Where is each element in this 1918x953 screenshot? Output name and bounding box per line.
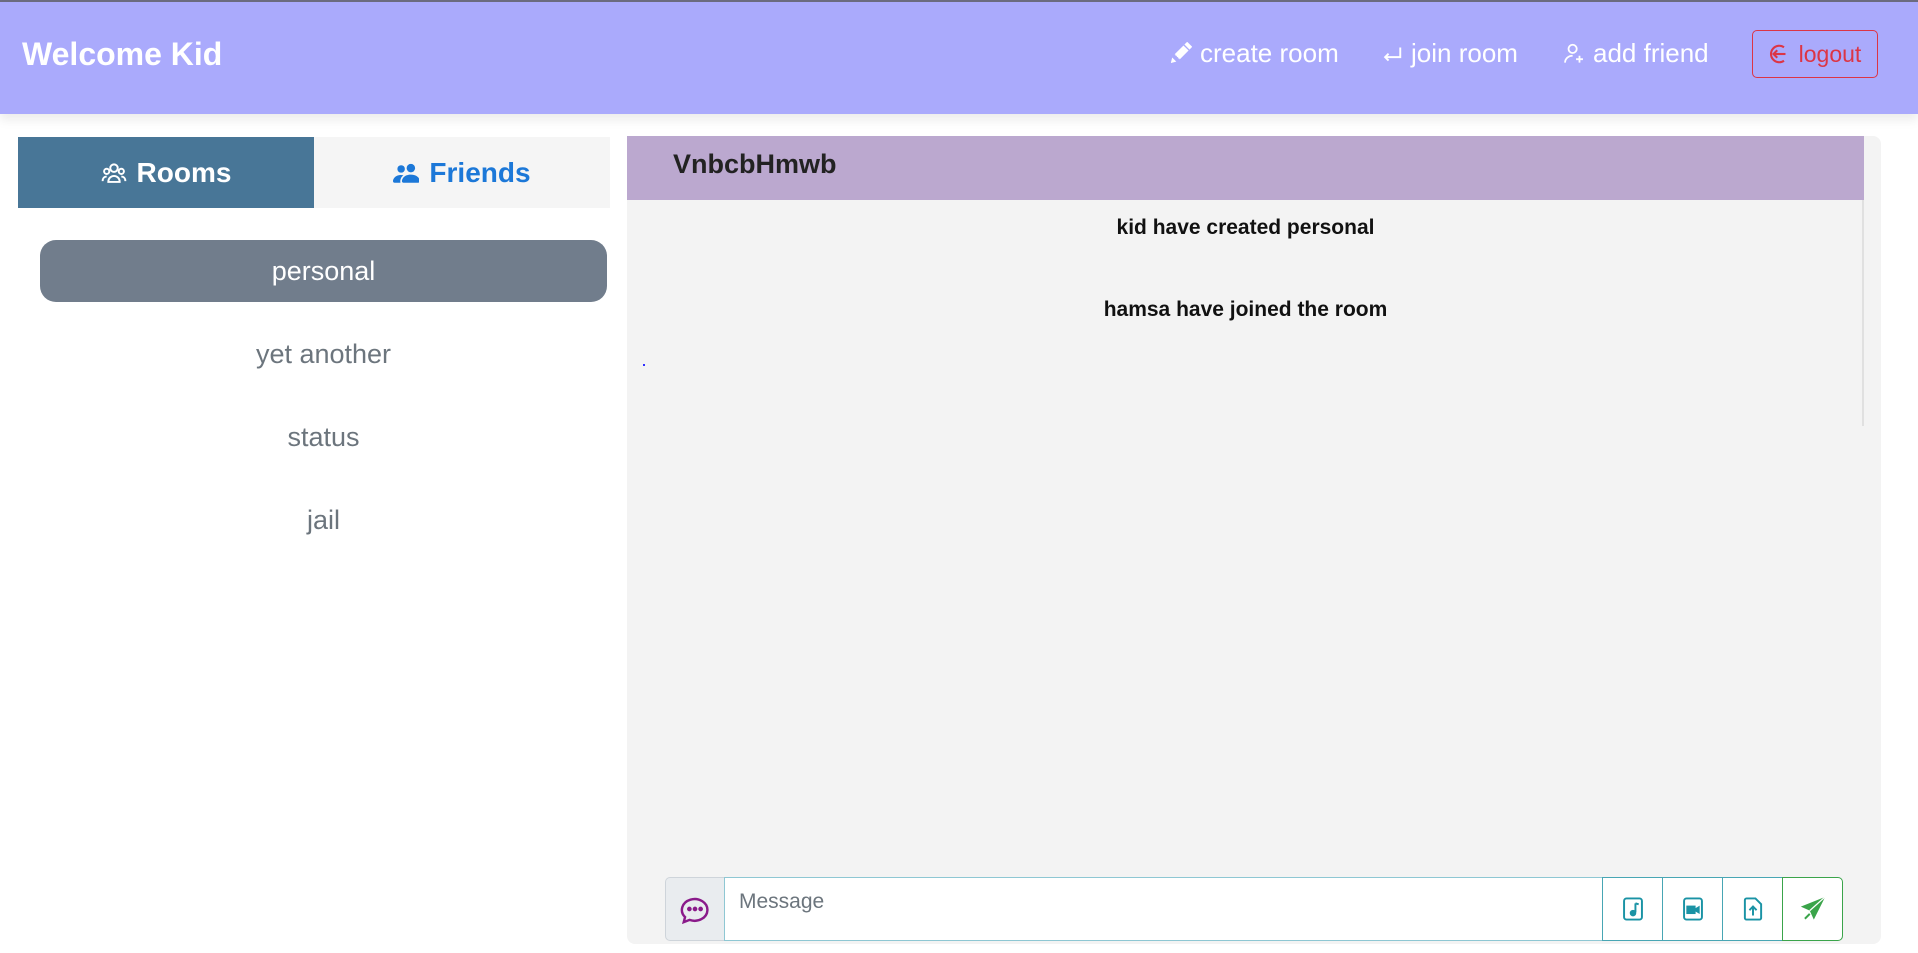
chat-panel: VnbcbHmwb kid have created personal hams… xyxy=(627,136,1881,944)
pencil-icon xyxy=(1170,42,1192,63)
chat-dots-icon xyxy=(680,897,709,924)
create-room-link[interactable]: create room xyxy=(1170,36,1339,70)
upload-file-button[interactable] xyxy=(1722,877,1783,941)
send-button[interactable] xyxy=(1782,877,1843,941)
message-input[interactable] xyxy=(724,877,1603,941)
message-marker xyxy=(643,364,645,366)
system-message: kid have created personal xyxy=(1116,216,1375,239)
message-input-row xyxy=(665,877,1845,941)
room-item-jail[interactable]: jail xyxy=(40,489,607,551)
brand-title: Welcome Kid xyxy=(22,36,223,72)
people-fill-icon xyxy=(393,163,420,183)
send-video-button[interactable] xyxy=(1662,877,1723,941)
sidebar-tabs: Rooms Friends xyxy=(18,137,610,208)
upload-icon xyxy=(1743,897,1762,921)
system-message: hamsa have joined the room xyxy=(1103,298,1388,321)
logout-button[interactable]: logout xyxy=(1752,30,1878,78)
add-friend-link[interactable]: add friend xyxy=(1563,36,1709,70)
send-icon xyxy=(1800,896,1826,920)
send-audio-button[interactable] xyxy=(1602,877,1663,941)
room-item-personal[interactable]: personal xyxy=(40,240,607,302)
file-video-icon xyxy=(1682,897,1703,921)
tab-friends-label: Friends xyxy=(429,156,531,188)
tab-rooms-label: Rooms xyxy=(136,156,232,188)
chat-title: VnbcbHmwb xyxy=(673,149,837,179)
room-item-status[interactable]: status xyxy=(40,406,607,468)
add-friend-label: add friend xyxy=(1593,37,1709,68)
tab-friends[interactable]: Friends xyxy=(314,137,610,208)
chat-header: VnbcbHmwb xyxy=(627,136,1864,200)
room-item-yet-another[interactable]: yet another xyxy=(40,323,607,385)
person-add-icon xyxy=(1564,43,1583,63)
tab-rooms[interactable]: Rooms xyxy=(18,137,314,208)
room-list: personal yet another status jail xyxy=(40,240,607,572)
file-music-icon xyxy=(1622,897,1643,921)
message-list: kid have created personal hamsa have joi… xyxy=(627,200,1864,426)
join-room-link[interactable]: join room xyxy=(1381,36,1518,70)
logout-icon xyxy=(1769,44,1786,64)
create-room-label: create room xyxy=(1200,37,1339,68)
navbar: Welcome Kid create room join room add fr… xyxy=(0,2,1918,114)
enter-icon xyxy=(1383,47,1402,62)
join-room-label: join room xyxy=(1411,37,1518,68)
people-icon xyxy=(101,162,126,183)
chat-icon-addon xyxy=(665,877,724,941)
logout-label: logout xyxy=(1798,40,1862,67)
